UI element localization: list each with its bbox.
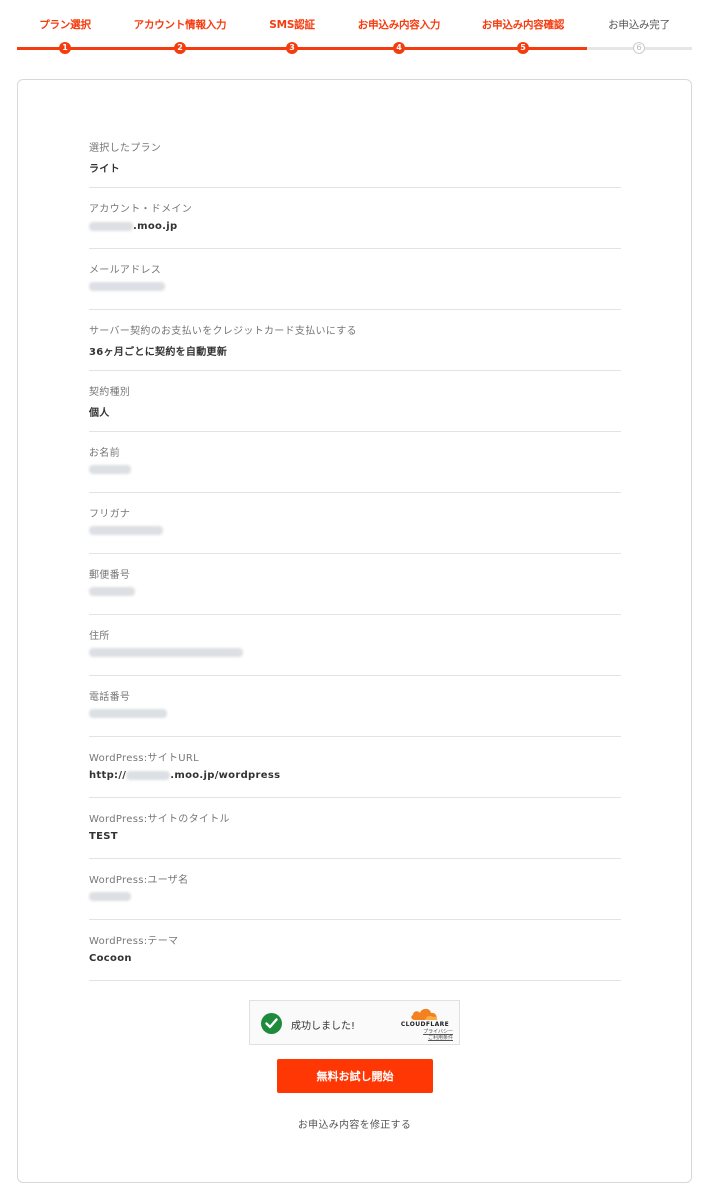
row-value: 個人 [89,408,110,419]
cloudflare-links: プライバシー ご利用条件 [397,1029,453,1041]
row-label: WordPress:テーマ [89,936,179,947]
step-number: 5 [517,42,529,54]
progress-steps: プラン選択 1 アカウント情報入力 2 SMS認証 3 お申込み内容入力 4 お… [17,18,692,58]
row-value: 36ヶ月ごとに契約を自動更新 [89,347,228,358]
row-furigana: フリガナ [89,493,621,554]
row-value: http:// .moo.jp/wordpress [89,770,280,781]
row-label: WordPress:サイトのタイトル [89,814,230,825]
row-label: WordPress:サイトURL [89,753,200,764]
row-label: 住所 [89,631,110,642]
redacted-text [89,709,167,718]
row-value [89,465,131,474]
row-plan: 選択したプラン ライト [89,127,621,188]
row-label: WordPress:ユーザ名 [89,875,189,886]
url-suffix: .moo.jp/wordpress [170,770,281,781]
step-application-input: お申込み内容入力 4 [334,18,464,54]
modify-application-link[interactable]: お申込み内容を修正する [18,1116,691,1131]
redacted-text [89,465,131,474]
row-name: お名前 [89,432,621,493]
row-label: フリガナ [89,509,131,520]
row-value: TEST [89,831,118,842]
row-value [89,709,167,718]
row-value: .moo.jp [89,221,177,232]
row-label: アカウント・ドメイン [89,204,192,215]
row-label: 電話番号 [89,692,131,703]
row-value: Cocoon [89,953,132,964]
row-contract-type: 契約種別 個人 [89,371,621,432]
redacted-text [89,526,163,535]
confirmation-card: 選択したプラン ライト アカウント・ドメイン .moo.jp メールアドレス サ… [17,79,692,1183]
cloudflare-brand: CLOUDFLARE [400,1021,450,1028]
row-value [89,587,135,596]
row-label: 郵便番号 [89,570,131,581]
cloudflare-logo: CLOUDFLARE プライバシー ご利用条件 [397,1007,453,1041]
row-value [89,648,243,657]
step-application-confirm: お申込み内容確認 5 [458,18,588,54]
row-payment: サーバー契約のお支払いをクレジットカード支払いにする 36ヶ月ごとに契約を自動更… [89,310,621,371]
step-number: 3 [286,42,298,54]
redacted-text [89,282,165,291]
confirmation-list: 選択したプラン ライト アカウント・ドメイン .moo.jp メールアドレス サ… [89,127,621,981]
step-label: お申込み内容確認 [481,19,565,31]
row-theme: WordPress:テーマ Cocoon [89,920,621,981]
captcha-success-text: 成功しました! [291,1021,356,1032]
row-label: サーバー契約のお支払いをクレジットカード支払いにする [89,326,357,337]
step-number: 6 [633,42,645,54]
row-value [89,282,165,291]
check-circle-icon [261,1013,282,1034]
redacted-text [89,648,243,657]
row-site-title: WordPress:サイトのタイトル TEST [89,798,621,859]
row-username: WordPress:ユーザ名 [89,859,621,920]
row-site-url: WordPress:サイトURL http:// .moo.jp/wordpre… [89,737,621,798]
step-label: プラン選択 [39,19,91,31]
domain-suffix: .moo.jp [133,221,178,232]
row-email: メールアドレス [89,249,621,310]
redacted-text [89,892,131,901]
row-value [89,526,163,535]
row-postal-code: 郵便番号 [89,554,621,615]
row-value: ライト [89,164,120,175]
step-number: 4 [393,42,405,54]
row-label: 選択したプラン [89,143,162,154]
step-plan-select: プラン選択 1 [0,18,130,54]
step-account-info: アカウント情報入力 2 [115,18,245,54]
terms-link[interactable]: ご利用条件 [397,1035,453,1041]
captcha-widget[interactable]: 成功しました! CLOUDFLARE プライバシー ご利用条件 [249,1000,460,1045]
redacted-text [126,771,171,780]
step-number: 1 [59,42,71,54]
step-application-complete: お申込み完了 6 [574,18,704,54]
step-number: 2 [174,42,186,54]
row-address: 住所 [89,615,621,676]
start-free-trial-button[interactable]: 無料お試し開始 [277,1059,433,1093]
step-label: お申込み完了 [608,19,670,31]
row-label: メールアドレス [89,265,162,276]
redacted-text [89,587,135,596]
step-label: お申込み内容入力 [357,19,441,31]
url-prefix: http:// [89,770,127,781]
row-label: 契約種別 [89,387,131,398]
row-phone: 電話番号 [89,676,621,737]
row-value [89,892,131,901]
row-label: お名前 [89,448,120,459]
step-label: アカウント情報入力 [133,19,227,31]
row-account-domain: アカウント・ドメイン .moo.jp [89,188,621,249]
redacted-text [89,222,133,231]
cloud-icon [411,1008,438,1020]
